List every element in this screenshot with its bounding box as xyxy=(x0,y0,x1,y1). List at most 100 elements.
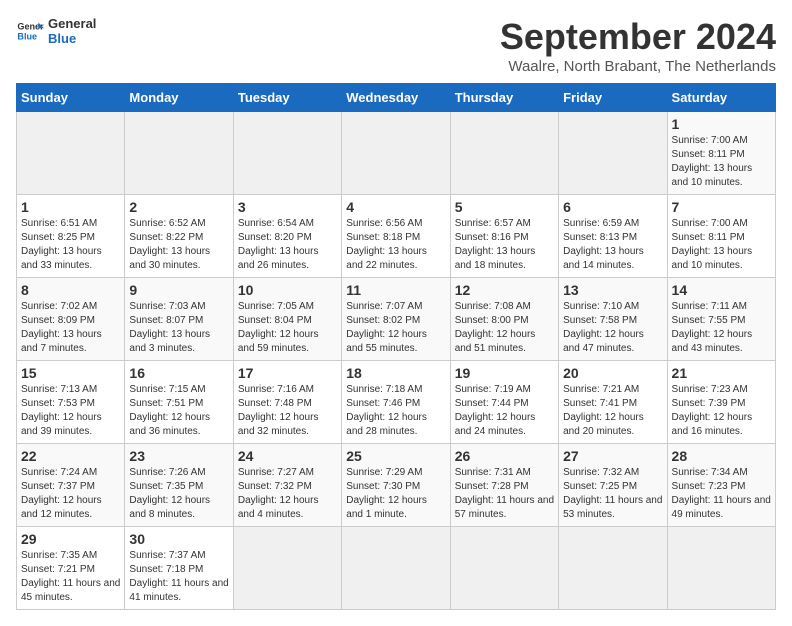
day-info: Sunrise: 7:15 AM Sunset: 7:51 PM Dayligh… xyxy=(129,383,228,439)
day-number: 22 xyxy=(21,448,120,464)
page-header: General Blue General Blue September 2024… xyxy=(16,16,776,75)
day-info: Sunrise: 7:00 AM Sunset: 8:11 PM Dayligh… xyxy=(672,217,771,273)
day-number: 5 xyxy=(455,199,554,215)
day-number: 17 xyxy=(238,365,337,381)
calendar-cell: 24Sunrise: 7:27 AM Sunset: 7:32 PM Dayli… xyxy=(233,444,341,527)
calendar-cell: 29 Sunrise: 7:35 AM Sunset: 7:21 PM Dayli… xyxy=(17,527,125,610)
day-number: 3 xyxy=(238,199,337,215)
month-title: September 2024 xyxy=(500,16,776,58)
calendar-cell xyxy=(559,527,667,610)
calendar-cell: 1 Sunrise: 6:51 AM Sunset: 8:25 PM Daylig… xyxy=(17,195,125,278)
day-number: 16 xyxy=(129,365,228,381)
calendar-cell: 8Sunrise: 7:02 AM Sunset: 8:09 PM Daylig… xyxy=(17,278,125,361)
day-info: Sunrise: 7:37 AM Sunset: 7:18 PM Dayligh… xyxy=(129,549,228,605)
day-info: Sunrise: 7:07 AM Sunset: 8:02 PM Dayligh… xyxy=(346,300,445,356)
day-number: 28 xyxy=(672,448,771,464)
calendar-cell xyxy=(450,112,558,195)
calendar-cell: 11 Sunrise: 7:07 AM Sunset: 8:02 PM Dayli… xyxy=(342,278,450,361)
day-info: Sunrise: 7:35 AM Sunset: 7:21 PM Dayligh… xyxy=(21,549,120,605)
day-info: Sunrise: 7:24 AM Sunset: 7:37 PM Dayligh… xyxy=(21,466,120,522)
calendar-cell: 12 Sunrise: 7:08 AM Sunset: 8:00 PM Dayli… xyxy=(450,278,558,361)
weekday-header-tuesday: Tuesday xyxy=(233,84,341,112)
day-info: Sunrise: 7:34 AM Sunset: 7:23 PM Dayligh… xyxy=(672,466,771,522)
calendar-cell: 27Sunrise: 7:32 AM Sunset: 7:25 PM Dayli… xyxy=(559,444,667,527)
day-info: Sunrise: 6:51 AM Sunset: 8:25 PM Dayligh… xyxy=(21,217,120,273)
day-number: 20 xyxy=(563,365,662,381)
day-info: Sunrise: 6:52 AM Sunset: 8:22 PM Dayligh… xyxy=(129,217,228,273)
calendar-cell xyxy=(342,527,450,610)
day-info: Sunrise: 7:08 AM Sunset: 8:00 PM Dayligh… xyxy=(455,300,554,356)
calendar-cell: 13Sunrise: 7:10 AM Sunset: 7:58 PM Dayli… xyxy=(559,278,667,361)
calendar-cell xyxy=(559,112,667,195)
title-block: September 2024 Waalre, North Brabant, Th… xyxy=(500,16,776,75)
calendar-cell: 10Sunrise: 7:05 AM Sunset: 8:04 PM Dayli… xyxy=(233,278,341,361)
calendar-cell: 6Sunrise: 6:59 AM Sunset: 8:13 PM Daylig… xyxy=(559,195,667,278)
day-info: Sunrise: 7:23 AM Sunset: 7:39 PM Dayligh… xyxy=(672,383,771,439)
calendar-table: SundayMondayTuesdayWednesdayThursdayFrid… xyxy=(16,83,776,610)
logo-icon: General Blue xyxy=(16,17,44,45)
calendar-week-6: 29 Sunrise: 7:35 AM Sunset: 7:21 PM Dayli… xyxy=(17,527,776,610)
day-number: 13 xyxy=(563,282,662,298)
calendar-cell: 18Sunrise: 7:18 AM Sunset: 7:46 PM Dayli… xyxy=(342,361,450,444)
logo: General Blue General Blue xyxy=(16,16,96,46)
calendar-week-2: 1 Sunrise: 6:51 AM Sunset: 8:25 PM Daylig… xyxy=(17,195,776,278)
weekday-header-wednesday: Wednesday xyxy=(342,84,450,112)
day-number: 29 xyxy=(21,531,120,547)
day-info: Sunrise: 7:31 AM Sunset: 7:28 PM Dayligh… xyxy=(455,466,554,522)
svg-text:Blue: Blue xyxy=(17,31,37,41)
day-info: Sunrise: 7:21 AM Sunset: 7:41 PM Dayligh… xyxy=(563,383,662,439)
calendar-cell: 14Sunrise: 7:11 AM Sunset: 7:55 PM Dayli… xyxy=(667,278,775,361)
logo-general-text: General xyxy=(48,16,96,31)
calendar-week-4: 15 Sunrise: 7:13 AM Sunset: 7:53 PM Dayli… xyxy=(17,361,776,444)
day-number: 21 xyxy=(672,365,771,381)
day-info: Sunrise: 7:13 AM Sunset: 7:53 PM Dayligh… xyxy=(21,383,120,439)
day-number: 9 xyxy=(129,282,228,298)
calendar-cell: 4Sunrise: 6:56 AM Sunset: 8:18 PM Daylig… xyxy=(342,195,450,278)
day-number: 4 xyxy=(346,199,445,215)
calendar-cell: 21 Sunrise: 7:23 AM Sunset: 7:39 PM Dayli… xyxy=(667,361,775,444)
calendar-cell xyxy=(342,112,450,195)
day-info: Sunrise: 7:16 AM Sunset: 7:48 PM Dayligh… xyxy=(238,383,337,439)
calendar-week-1: 1Sunrise: 7:00 AM Sunset: 8:11 PM Daylig… xyxy=(17,112,776,195)
calendar-week-5: 22 Sunrise: 7:24 AM Sunset: 7:37 PM Dayli… xyxy=(17,444,776,527)
calendar-cell: 23Sunrise: 7:26 AM Sunset: 7:35 PM Dayli… xyxy=(125,444,233,527)
calendar-cell: 25Sunrise: 7:29 AM Sunset: 7:30 PM Dayli… xyxy=(342,444,450,527)
day-number: 2 xyxy=(129,199,228,215)
day-number: 15 xyxy=(21,365,120,381)
day-number: 14 xyxy=(672,282,771,298)
day-info: Sunrise: 7:19 AM Sunset: 7:44 PM Dayligh… xyxy=(455,383,554,439)
day-info: Sunrise: 6:59 AM Sunset: 8:13 PM Dayligh… xyxy=(563,217,662,273)
location-subtitle: Waalre, North Brabant, The Netherlands xyxy=(500,58,776,75)
calendar-cell: 2 Sunrise: 6:52 AM Sunset: 8:22 PM Daylig… xyxy=(125,195,233,278)
calendar-cell: 16 Sunrise: 7:15 AM Sunset: 7:51 PM Dayli… xyxy=(125,361,233,444)
calendar-week-3: 8Sunrise: 7:02 AM Sunset: 8:09 PM Daylig… xyxy=(17,278,776,361)
calendar-cell: 26Sunrise: 7:31 AM Sunset: 7:28 PM Dayli… xyxy=(450,444,558,527)
day-number: 27 xyxy=(563,448,662,464)
day-info: Sunrise: 7:03 AM Sunset: 8:07 PM Dayligh… xyxy=(129,300,228,356)
calendar-cell: 9 Sunrise: 7:03 AM Sunset: 8:07 PM Daylig… xyxy=(125,278,233,361)
day-number: 23 xyxy=(129,448,228,464)
calendar-cell: 15 Sunrise: 7:13 AM Sunset: 7:53 PM Dayli… xyxy=(17,361,125,444)
day-number: 30 xyxy=(129,531,228,547)
day-info: Sunrise: 7:18 AM Sunset: 7:46 PM Dayligh… xyxy=(346,383,445,439)
day-info: Sunrise: 7:29 AM Sunset: 7:30 PM Dayligh… xyxy=(346,466,445,522)
calendar-cell: 20 Sunrise: 7:21 AM Sunset: 7:41 PM Dayli… xyxy=(559,361,667,444)
day-number: 7 xyxy=(672,199,771,215)
calendar-cell: 28 Sunrise: 7:34 AM Sunset: 7:23 PM Dayli… xyxy=(667,444,775,527)
calendar-cell: 17 Sunrise: 7:16 AM Sunset: 7:48 PM Dayli… xyxy=(233,361,341,444)
calendar-cell: 7 Sunrise: 7:00 AM Sunset: 8:11 PM Daylig… xyxy=(667,195,775,278)
day-number: 11 xyxy=(346,282,445,298)
calendar-cell: 30 Sunrise: 7:37 AM Sunset: 7:18 PM Dayli… xyxy=(125,527,233,610)
calendar-cell xyxy=(667,527,775,610)
day-number: 1 xyxy=(21,199,120,215)
calendar-cell: 1Sunrise: 7:00 AM Sunset: 8:11 PM Daylig… xyxy=(667,112,775,195)
calendar-cell: 5Sunrise: 6:57 AM Sunset: 8:16 PM Daylig… xyxy=(450,195,558,278)
calendar-cell: 22 Sunrise: 7:24 AM Sunset: 7:37 PM Dayli… xyxy=(17,444,125,527)
day-number: 10 xyxy=(238,282,337,298)
calendar-cell xyxy=(125,112,233,195)
calendar-cell: 3Sunrise: 6:54 AM Sunset: 8:20 PM Daylig… xyxy=(233,195,341,278)
day-number: 12 xyxy=(455,282,554,298)
calendar-cell: 19Sunrise: 7:19 AM Sunset: 7:44 PM Dayli… xyxy=(450,361,558,444)
weekday-header-row: SundayMondayTuesdayWednesdayThursdayFrid… xyxy=(17,84,776,112)
day-info: Sunrise: 7:27 AM Sunset: 7:32 PM Dayligh… xyxy=(238,466,337,522)
